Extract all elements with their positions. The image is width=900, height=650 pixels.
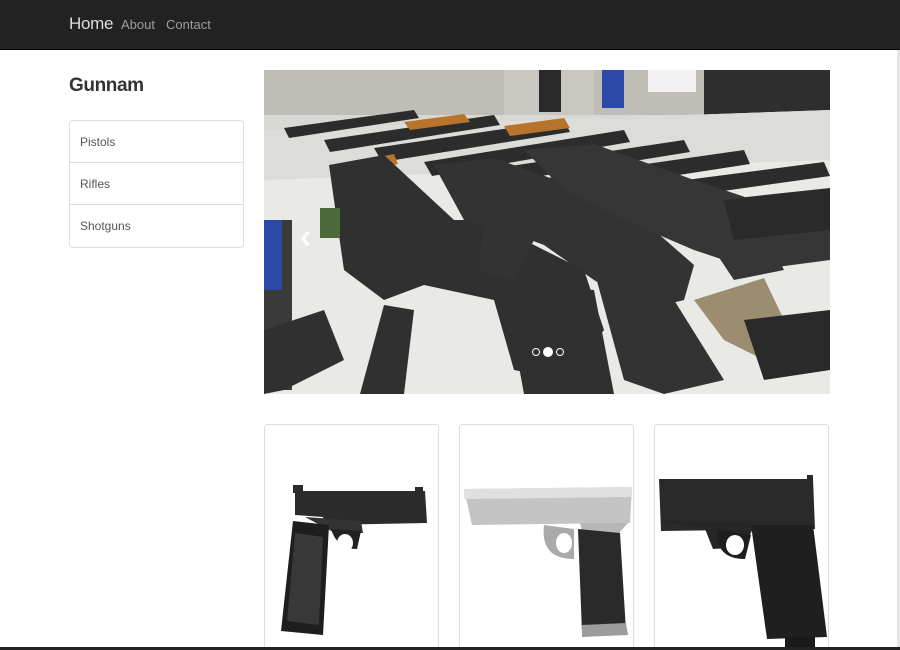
black-glock-pistol-image xyxy=(659,475,827,647)
black-1911-pistol-image xyxy=(281,485,427,635)
image-carousel[interactable]: ‹ xyxy=(264,70,830,394)
category-item-shotguns[interactable]: Shotguns xyxy=(70,205,243,247)
product-card-2[interactable] xyxy=(459,424,634,650)
nav-home-link[interactable]: Home xyxy=(69,14,113,34)
carousel-indicator-2[interactable] xyxy=(543,347,553,357)
nav-contact-link[interactable]: Contact xyxy=(166,17,211,32)
shop-title: Gunnam xyxy=(69,75,144,96)
category-list: Pistols Rifles Shotguns xyxy=(69,120,244,248)
carousel-indicator-3[interactable] xyxy=(556,348,564,356)
carousel-prev-icon[interactable]: ‹ xyxy=(300,220,311,254)
category-item-pistols[interactable]: Pistols xyxy=(70,121,243,163)
carousel-indicator-1[interactable] xyxy=(532,348,540,356)
product-card-1[interactable] xyxy=(264,424,439,650)
rifles-on-tables-image xyxy=(264,70,830,394)
nav-about-link[interactable]: About xyxy=(121,17,155,32)
category-item-rifles[interactable]: Rifles xyxy=(70,163,243,205)
carousel-indicators xyxy=(532,347,564,357)
silver-desert-eagle-pistol-image xyxy=(464,487,632,637)
top-navbar: Home About Contact xyxy=(0,0,900,50)
product-card-3[interactable] xyxy=(654,424,829,650)
